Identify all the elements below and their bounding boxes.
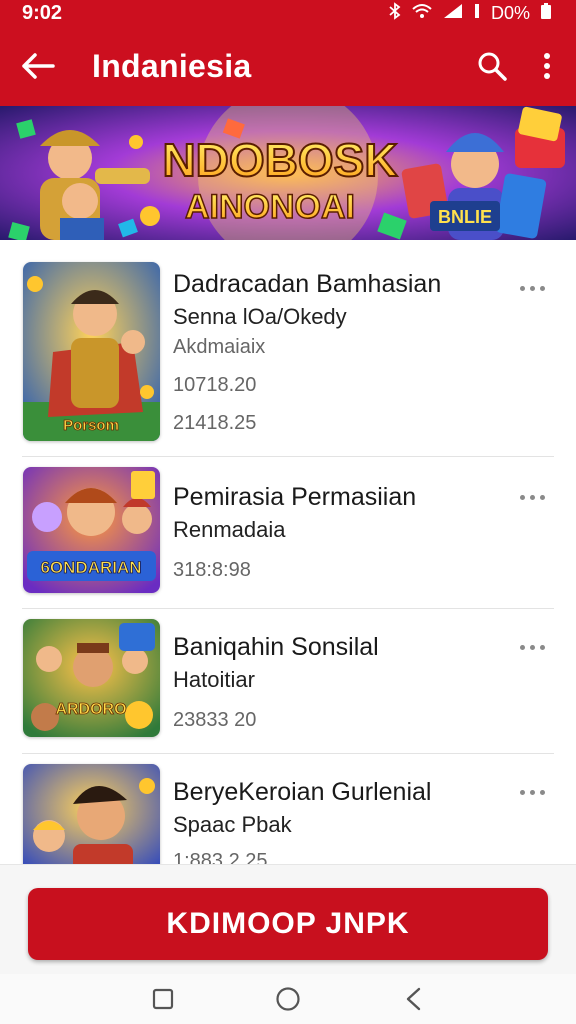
- item-more-button[interactable]: [512, 637, 552, 657]
- promo-banner[interactable]: BNLIE NDOBOSK AINONOAI: [0, 106, 576, 240]
- bluetooth-icon: [389, 1, 401, 25]
- status-bar: 9:02 D0%: [0, 0, 576, 26]
- item-thumbnail: [23, 764, 160, 864]
- content-list: Porsom Dadracadan Bamhasian Senna lOa/Ok…: [0, 240, 576, 864]
- item-more-button[interactable]: [512, 278, 552, 298]
- item-thumbnail: Porsom: [23, 262, 160, 441]
- battery-icon: [540, 2, 552, 25]
- more-dot-icon: [529, 789, 535, 795]
- more-vert-icon: [544, 53, 550, 79]
- thumb-label: Porsom: [63, 417, 119, 434]
- banner-artwork: BNLIE NDOBOSK AINONOAI: [0, 106, 576, 240]
- item-title: Pemirasia Permasiian: [173, 483, 417, 511]
- item-thumbnail: ARDORO: [23, 619, 160, 737]
- search-icon: [478, 52, 507, 81]
- item-thumbnail: 6ONDARIAN: [23, 467, 160, 593]
- page-title: Indaniesia: [92, 47, 252, 84]
- item-meta: 23833 20: [173, 709, 257, 731]
- more-dot-icon: [529, 285, 535, 291]
- item-subtitle: Hatoitiar: [173, 667, 255, 692]
- more-dot-icon: [519, 789, 525, 795]
- item-title: Dadracadan Bamhasian: [173, 270, 442, 298]
- list-item[interactable]: BeryeKeroian Gurlenial Spaac Pbak 1:883 …: [0, 754, 576, 864]
- item-title: BeryeKeroian Gurlenial: [173, 778, 432, 806]
- list-item[interactable]: ARDORO Baniqahin Sonsilal Hatoitiar 2383…: [0, 609, 576, 752]
- more-dot-icon: [539, 644, 545, 650]
- home-circle-icon: [276, 987, 300, 1011]
- item-meta: Akdmaiaix: [173, 336, 266, 358]
- item-subtitle: Renmadaia: [173, 517, 286, 542]
- banner-headline-1: NDOBOSK: [162, 134, 397, 186]
- home-button[interactable]: [273, 984, 303, 1014]
- back-triangle-icon: [406, 987, 421, 1011]
- item-meta: 318:8:98: [173, 559, 251, 581]
- more-dot-icon: [529, 494, 535, 500]
- battery-text: D0%: [490, 2, 530, 23]
- item-more-button[interactable]: [512, 782, 552, 802]
- nav-back-button[interactable]: [399, 984, 429, 1014]
- list-item[interactable]: 6ONDARIAN Pemirasia Permasiian Renmadaia…: [0, 457, 576, 607]
- signal-bar-icon: [473, 3, 481, 24]
- signal-icon: [443, 3, 463, 24]
- more-dot-icon: [519, 285, 525, 291]
- status-icons: D0%: [389, 1, 552, 25]
- search-button[interactable]: [472, 46, 512, 86]
- overflow-menu-button[interactable]: [532, 46, 562, 86]
- status-time: 9:02: [22, 1, 63, 24]
- more-dot-icon: [519, 644, 525, 650]
- item-meta: 21418.25: [173, 412, 257, 434]
- banner-card-text: BNLIE: [438, 207, 492, 227]
- toolbar: Indaniesia: [0, 26, 576, 106]
- back-button[interactable]: [18, 46, 58, 86]
- back-arrow-icon: [22, 53, 55, 79]
- recents-square-icon: [152, 988, 174, 1010]
- more-dot-icon: [539, 789, 545, 795]
- thumb-label: 6ONDARIAN: [40, 558, 141, 577]
- banner-headline-2: AINONOAI: [185, 188, 355, 226]
- item-title: Baniqahin Sonsilal: [173, 633, 379, 661]
- more-dot-icon: [519, 494, 525, 500]
- more-dot-icon: [539, 494, 545, 500]
- item-more-button[interactable]: [512, 487, 552, 507]
- more-dot-icon: [529, 644, 535, 650]
- wifi-icon: [411, 3, 433, 24]
- recents-button[interactable]: [148, 984, 178, 1014]
- item-meta: 10718.20: [173, 374, 257, 396]
- more-dot-icon: [539, 285, 545, 291]
- primary-action-button[interactable]: KDIMOOP JNPK: [28, 888, 548, 960]
- item-meta: 1:883 2.25: [173, 850, 268, 864]
- list-item[interactable]: Porsom Dadracadan Bamhasian Senna lOa/Ok…: [0, 240, 576, 456]
- item-subtitle: Spaac Pbak: [173, 812, 292, 837]
- item-subtitle: Senna lOa/Okedy: [173, 304, 347, 329]
- app-bar: 9:02 D0% Indaniesia: [0, 0, 576, 106]
- system-nav-bar: [0, 974, 576, 1024]
- thumb-label: ARDORO: [55, 701, 126, 718]
